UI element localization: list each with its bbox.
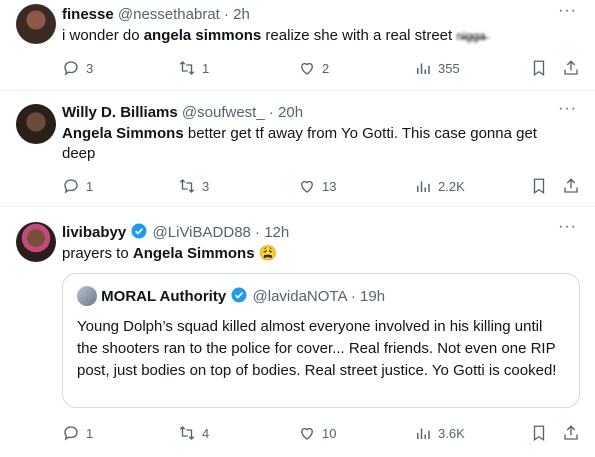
retweet-icon [179,179,195,193]
tweet-2[interactable]: Willy D. Billiams @soufwest_ · 20h ··· A… [0,92,595,202]
action-bar: 1 4 10 3.6K [62,423,582,443]
like-count: 13 [322,178,337,194]
views-icon [417,428,430,439]
action-bar: 1 3 13 2.2K [62,176,582,196]
text-segment: i wonder do [62,27,144,44]
timestamp[interactable]: · 2h [224,6,250,23]
reply-button[interactable]: 1 [62,423,93,443]
retweet-icon [179,426,195,440]
tweet-header: finesse @nessethabrat · 2h [62,6,250,23]
retweet-count: 4 [202,425,210,441]
weary-face-emoji: 😩 [258,245,278,262]
more-icon[interactable]: ··· [558,100,577,118]
like-icon [301,180,313,193]
view-count: 355 [438,60,460,76]
like-count: 2 [322,60,330,76]
action-bar: 3 1 2 355 [62,58,582,78]
highlighted-term: Angela Simmons [132,245,255,262]
tweet-header: Willy D. Billiams @soufwest_ · 20h [62,104,303,121]
avatar[interactable] [16,4,56,44]
reply-icon [64,426,78,441]
more-icon[interactable]: ··· [558,2,577,20]
retweet-button[interactable]: 1 [178,58,209,78]
retweet-button[interactable]: 3 [178,176,209,196]
share-icon [564,425,578,440]
like-icon [301,427,313,440]
view-count: 2.2K [438,178,465,194]
tweet-text: prayers to Angela Simmons 😩 [62,244,567,264]
author-handle[interactable]: @LiViBADD88 [153,224,251,241]
reply-count: 1 [86,425,94,441]
author-name[interactable]: livibabyy [62,224,126,241]
retweet-button[interactable]: 4 [178,423,209,443]
like-count: 10 [322,425,337,441]
avatar[interactable] [16,222,56,262]
bookmark-button[interactable] [530,423,548,443]
like-button[interactable]: 10 [298,423,336,443]
views-icon [417,181,430,192]
reply-count: 1 [86,178,94,194]
author-name[interactable]: Willy D. Billiams [62,104,178,121]
tweet-text: i wonder do angela simmons realize she w… [62,26,567,46]
like-button[interactable]: 13 [298,176,336,196]
quote-header: MORAL Authority @lavidaNOTA · 19h [77,286,385,306]
share-button[interactable] [562,176,580,196]
timestamp[interactable]: · 12h [255,224,289,241]
share-icon [564,178,578,193]
reply-button[interactable]: 3 [62,58,93,78]
text-segment: prayers to [62,245,133,262]
tweet-text: Angela Simmons better get tf away from Y… [62,124,567,164]
quote-timestamp: · 19h [350,288,386,305]
like-button[interactable]: 2 [298,58,329,78]
more-icon[interactable]: ··· [558,218,577,236]
verified-icon [131,223,147,239]
author-handle[interactable]: @nessethabrat [118,6,220,23]
bookmark-icon [533,425,545,442]
reply-count: 3 [86,60,94,76]
retweet-icon [179,61,195,75]
quoted-tweet[interactable]: MORAL Authority @lavidaNOTA · 19h Young … [62,273,580,408]
views-button[interactable]: 2.2K [414,176,465,196]
tweet-header: livibabyy @LiViBADD88 · 12h [62,222,289,241]
tweet-1[interactable]: finesse @nessethabrat · 2h ··· i wonder … [0,0,595,90]
bookmark-button[interactable] [530,58,548,78]
timestamp[interactable]: · 20h [269,104,303,121]
views-button[interactable]: 355 [414,58,460,78]
text-segment: realize she with a real street [261,27,457,44]
views-icon [417,63,430,74]
avatar[interactable] [16,104,56,144]
retweet-count: 1 [202,60,210,76]
divider [0,90,595,91]
share-button[interactable] [562,423,580,443]
retweet-count: 3 [202,178,210,194]
censored-word: n̶i̶g̶g̶a̶ [456,29,486,43]
quote-author-handle: @lavidaNOTA [252,288,347,305]
reply-icon [64,179,78,194]
share-button[interactable] [562,58,580,78]
verified-icon [231,287,247,303]
views-button[interactable]: 3.6K [414,423,465,443]
like-icon [301,62,313,75]
reply-button[interactable]: 1 [62,176,93,196]
quote-avatar [77,286,97,306]
author-handle[interactable]: @soufwest_ [182,104,265,121]
bookmark-icon [533,178,545,195]
highlighted-term: Angela Simmons [62,125,184,142]
bookmark-icon [533,60,545,77]
quote-author-name: MORAL Authority [101,288,227,305]
author-name[interactable]: finesse [62,6,114,23]
reply-icon [64,61,78,76]
bookmark-button[interactable] [530,176,548,196]
view-count: 3.6K [438,425,465,441]
highlighted-term: angela simmons [143,27,262,44]
quote-text: Young Dolph’s squad killed almost everyo… [77,318,557,379]
divider [0,206,595,207]
share-icon [564,60,578,75]
